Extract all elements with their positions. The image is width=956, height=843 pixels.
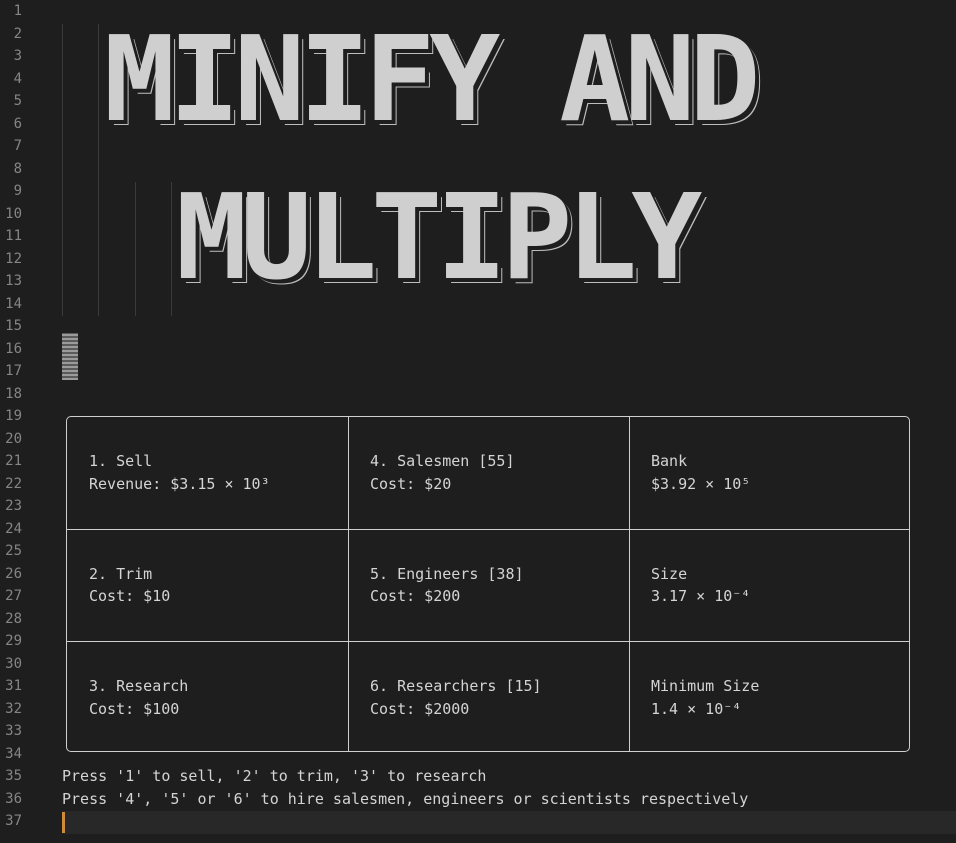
line-number: 36 — [5, 790, 22, 807]
line-number: 21 — [5, 453, 22, 469]
line-number: 17 — [5, 363, 22, 379]
line-number: 5 — [13, 93, 22, 109]
active-input-line[interactable] — [62, 811, 956, 834]
line-number: 35 — [5, 768, 22, 784]
line-number: 14 — [5, 295, 22, 312]
line-number: 6 — [13, 115, 22, 132]
line-number: 4 — [13, 70, 22, 87]
line-number: 24 — [5, 520, 22, 537]
help-text-line-1: Press '1' to sell, '2' to trim, '3' to r… — [62, 767, 487, 785]
line-number: 31 — [5, 678, 22, 694]
indent-guide — [98, 24, 99, 316]
line-number: 27 — [5, 588, 22, 604]
indent-guide — [135, 182, 136, 316]
panel-divider — [67, 641, 909, 642]
panel-divider — [629, 417, 630, 751]
research-cost: Cost: $100 — [89, 700, 180, 718]
line-number: 10 — [5, 205, 22, 222]
trim-cost: Cost: $10 — [89, 587, 171, 605]
engineers-cost: Cost: $200 — [370, 587, 461, 605]
line-number: 37 — [5, 813, 22, 829]
line-number: 8 — [13, 160, 22, 177]
line-number: 29 — [5, 633, 22, 649]
line-number: 18 — [5, 385, 22, 402]
line-number: 32 — [5, 700, 22, 717]
bank-label: Bank — [651, 452, 688, 470]
indent-guide — [171, 182, 172, 316]
indent-guide — [62, 24, 63, 316]
text-caret — [62, 812, 65, 833]
minimum-size-value: 1.4 × 10⁻⁴ — [651, 700, 742, 718]
game-status-panel: 1. Sell Revenue: $3.15 × 10³ 4. Salesmen… — [66, 416, 910, 752]
sell-action-title[interactable]: 1. Sell — [89, 450, 152, 473]
engineers-action-title[interactable]: 5. Engineers [38] — [370, 563, 524, 586]
line-number: 13 — [5, 273, 22, 289]
line-number: 1 — [13, 3, 22, 19]
terminal-editor[interactable]: 1 2 3 4 5 6 7 8 9 10 11 12 13 14 15 16 17 18 19 20 21 22 23 24 2… — [0, 0, 956, 843]
salesmen-cost: Cost: $20 — [370, 475, 452, 493]
minimum-size-label: Minimum Size — [651, 677, 760, 695]
size-value: 3.17 × 10⁻⁴ — [651, 587, 751, 605]
line-number: 2 — [13, 25, 22, 42]
line-number: 7 — [13, 138, 22, 154]
bank-value: $3.92 × 10⁵ — [651, 475, 751, 493]
trim-action-title[interactable]: 2. Trim — [89, 563, 152, 586]
line-number: 12 — [5, 250, 22, 267]
line-number: 20 — [5, 430, 22, 447]
line-number: 3 — [13, 48, 22, 64]
line-number: 28 — [5, 610, 22, 627]
line-number: 34 — [5, 745, 22, 762]
banner-title-line-1: MINIFY AND — [104, 10, 760, 148]
block-cursor-icon — [62, 333, 78, 380]
sell-revenue: Revenue: $3.15 × 10³ — [89, 475, 270, 493]
line-number: 30 — [5, 655, 22, 672]
line-number: 15 — [5, 318, 22, 334]
banner-title-line-2: MULTIPLY — [176, 168, 702, 306]
panel-divider — [67, 529, 909, 530]
line-number: 22 — [5, 475, 22, 492]
line-number: 16 — [5, 340, 22, 357]
salesmen-action-title[interactable]: 4. Salesmen [55] — [370, 450, 515, 473]
line-number: 33 — [5, 723, 22, 739]
line-number: 9 — [13, 183, 22, 199]
panel-divider — [348, 417, 349, 751]
line-number: 23 — [5, 498, 22, 514]
research-action-title[interactable]: 3. Research — [89, 675, 188, 698]
line-number: 26 — [5, 565, 22, 582]
researchers-action-title[interactable]: 6. Researchers [15] — [370, 675, 542, 698]
line-number: 19 — [5, 408, 22, 424]
size-label: Size — [651, 565, 688, 583]
line-number: 25 — [5, 543, 22, 559]
line-number: 11 — [5, 228, 22, 244]
researchers-cost: Cost: $2000 — [370, 700, 470, 718]
help-text-line-2: Press '4', '5' or '6' to hire salesmen, … — [62, 790, 749, 808]
